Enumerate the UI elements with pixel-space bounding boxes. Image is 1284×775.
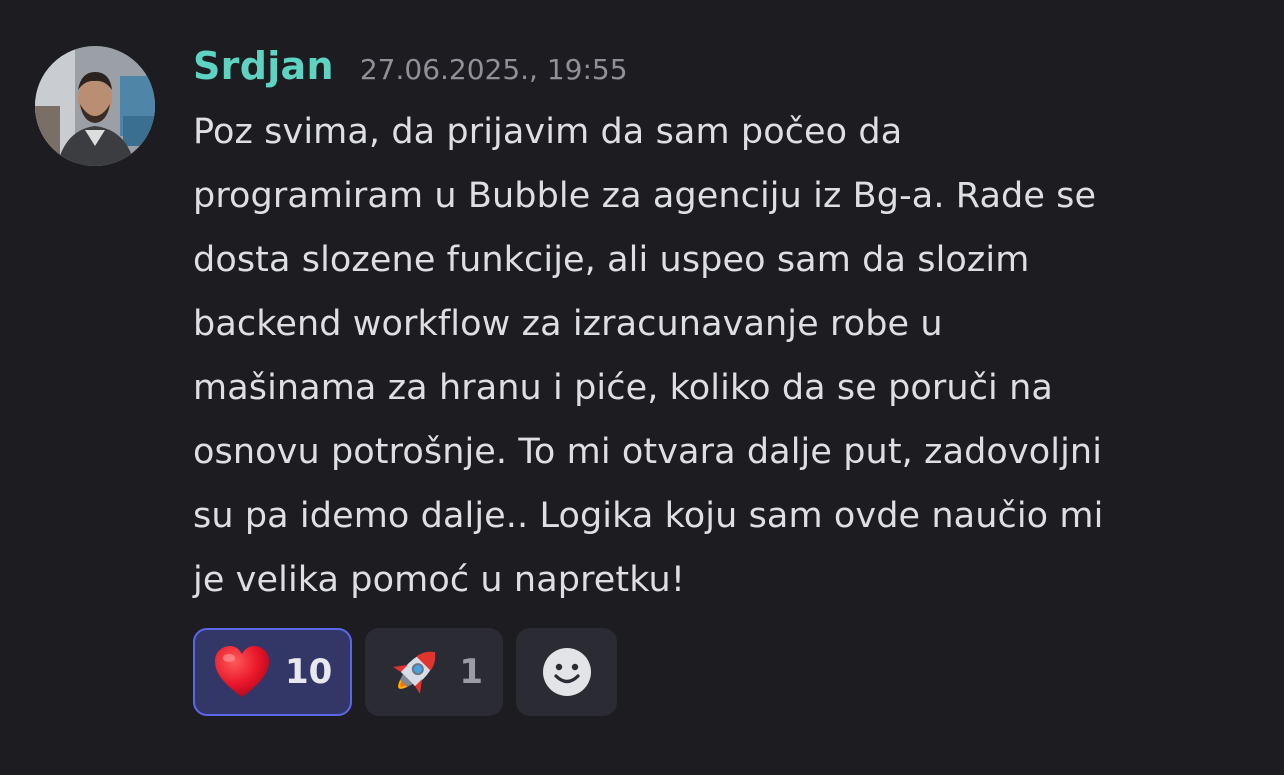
user-avatar[interactable] bbox=[35, 46, 155, 166]
message-timestamp: 27.06.2025., 19:55 bbox=[359, 53, 628, 86]
message-content: Poz svima, da prijavim da sam počeo da p… bbox=[193, 100, 1253, 612]
reaction-heart-button[interactable]: 10 bbox=[193, 628, 353, 716]
reaction-rocket-count: 1 bbox=[459, 652, 483, 692]
message-header: Srdjan 27.06.2025., 19:55 bbox=[193, 44, 628, 100]
smiley-face-icon bbox=[542, 648, 591, 696]
message-line: dosta slozene funkcije, ali uspeo sam da… bbox=[193, 240, 1030, 280]
message-line: je velika pomoć u napretku! bbox=[193, 560, 685, 600]
avatar-photo bbox=[35, 46, 155, 166]
chat-message: Srdjan 27.06.2025., 19:55 Poz svima, da … bbox=[0, 0, 1284, 775]
reaction-bar: 10 1 bbox=[193, 628, 617, 716]
reaction-heart-count: 10 bbox=[285, 652, 333, 692]
message-line: Poz svima, da prijavim da sam počeo da bbox=[193, 112, 903, 152]
rocket-icon bbox=[393, 651, 436, 694]
message-line: osnovu potrošnje. To mi otvara dalje put… bbox=[193, 432, 1103, 472]
red-heart-icon bbox=[215, 646, 269, 697]
message-line: su pa idemo dalje.. Logika koju sam ovde… bbox=[193, 496, 1104, 536]
message-line: mašinama za hranu i piće, koliko da se p… bbox=[193, 368, 1053, 408]
add-reaction-button[interactable] bbox=[516, 628, 617, 716]
username[interactable]: Srdjan bbox=[193, 44, 334, 88]
reaction-rocket-button[interactable]: 1 bbox=[365, 628, 503, 716]
message-line: backend workflow za izracunavanje robe u bbox=[193, 304, 943, 344]
message-line: programiram u Bubble za agenciju iz Bg-a… bbox=[193, 176, 1097, 216]
